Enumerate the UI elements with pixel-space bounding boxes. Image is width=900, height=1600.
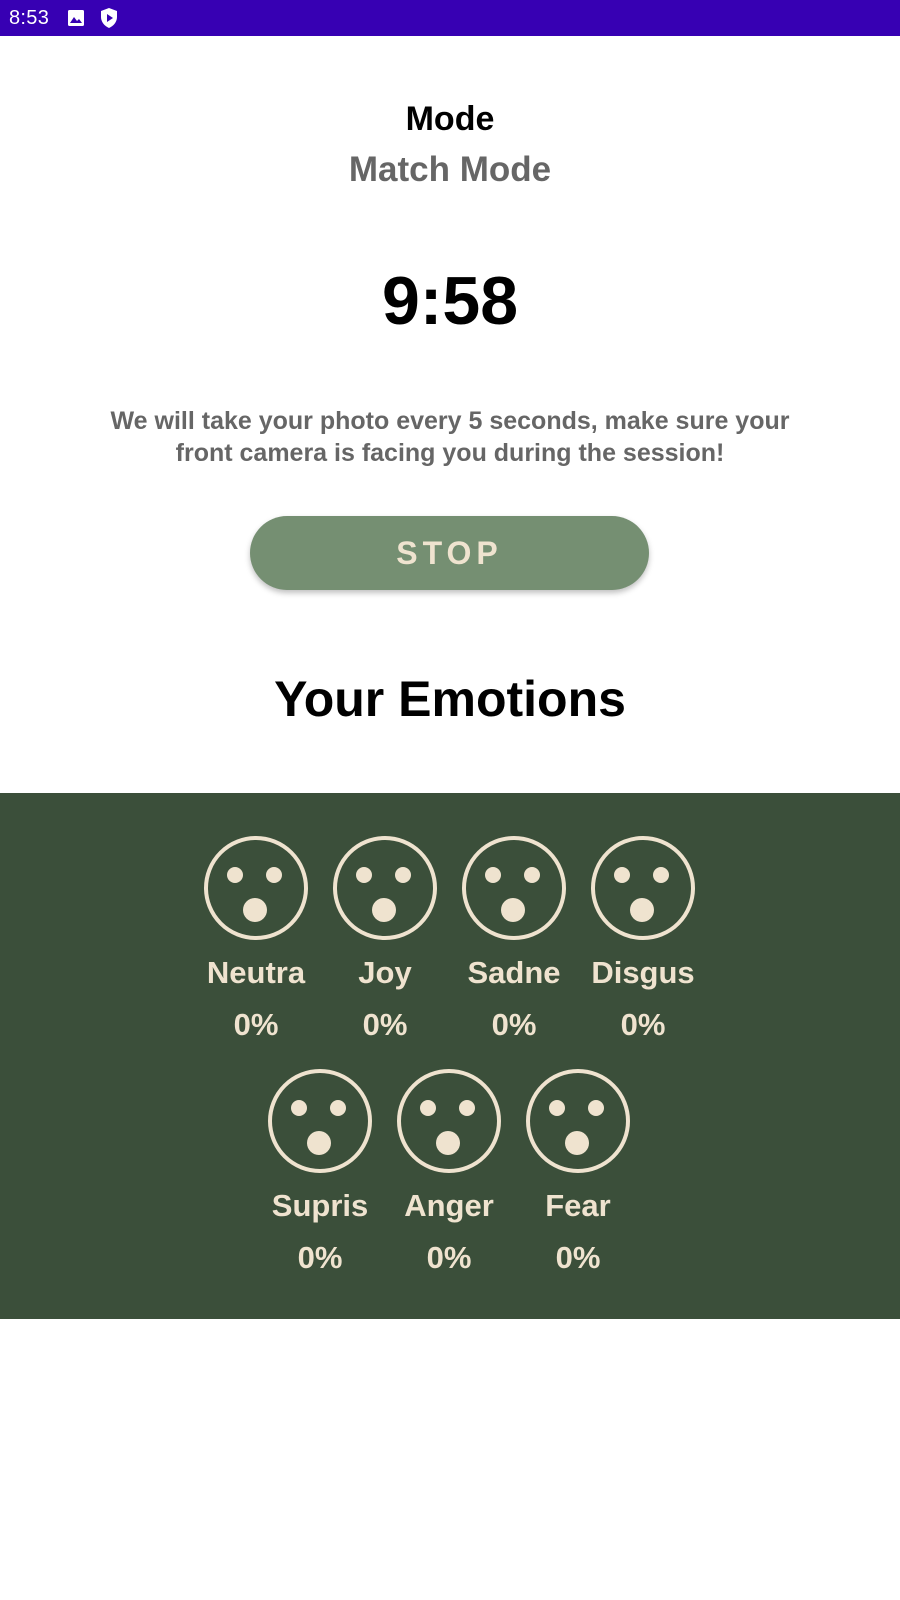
mode-value: Match Mode [348,150,552,189]
emotion-label: Neutra [206,955,306,990]
emotion-percent: 0% [620,1007,666,1042]
emotion-percent: 0% [426,1240,472,1275]
emotion-item: Neutra 0% [196,835,316,1043]
image-icon [67,9,85,27]
emotions-title: Your Emotions [274,671,626,727]
emotion-item: Anger 0% [389,1068,509,1276]
surprised-face-icon [203,835,309,941]
emotion-percent: 0% [362,1007,408,1042]
emotion-item: Disgus 0% [583,835,703,1043]
emotion-item: Fear 0% [518,1068,638,1276]
emotion-label: Supris [271,1188,369,1223]
emotion-label: Sadne [467,955,561,990]
emotion-label: Anger [404,1188,494,1223]
emotion-percent: 0% [491,1007,537,1042]
surprised-face-icon [396,1068,502,1174]
emotion-percent: 0% [297,1240,343,1275]
emotion-percent: 0% [233,1007,279,1042]
status-bar: 8:53 [0,0,900,36]
session-timer: 9:58 [381,263,519,339]
emotions-panel: Neutra 0% Joy 0% Sadne 0% Disgus 0% Supris 0% Ange… [0,793,900,1319]
surprised-face-icon [525,1068,631,1174]
emotion-item: Supris 0% [260,1068,380,1276]
emotion-label: Disgus [591,955,695,990]
surprised-face-icon [590,835,696,941]
emotion-item: Joy 0% [325,835,445,1043]
mode-label: Mode [405,100,495,138]
emotion-percent: 0% [555,1240,601,1275]
status-time: 8:53 [9,6,50,29]
surprised-face-icon [267,1068,373,1174]
stop-button[interactable]: STOP [250,516,649,590]
emotion-label: Joy [358,955,412,990]
surprised-face-icon [461,835,567,941]
emotion-item: Sadne 0% [454,835,574,1043]
surprised-face-icon [332,835,438,941]
emotion-label: Fear [545,1188,611,1223]
shield-play-icon [99,7,119,29]
info-text: We will take your photo every 5 seconds,… [110,407,790,467]
